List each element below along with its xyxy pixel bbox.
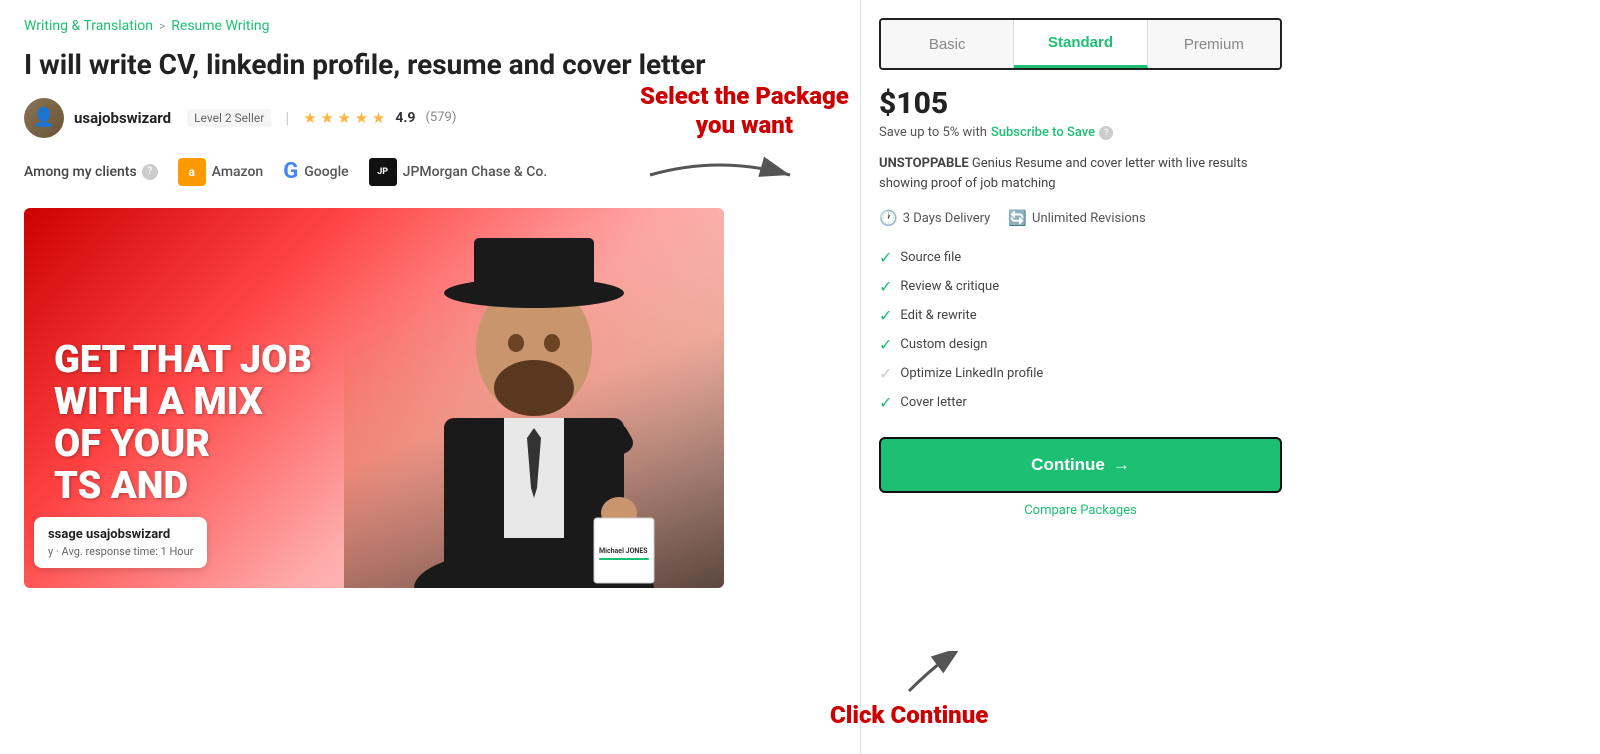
continue-button[interactable]: Continue →	[879, 437, 1282, 493]
revisions-icon: 🔄	[1008, 209, 1027, 227]
seller-level-badge: Level 2 Seller	[187, 109, 271, 127]
clients-label: Among my clients ?	[24, 164, 158, 180]
compare-link: Compare Packages	[879, 503, 1282, 518]
package-description: UNSTOPPABLE Genius Resume and cover lett…	[879, 154, 1282, 193]
svg-text:Michael JONES: Michael JONES	[599, 547, 648, 555]
subscribe-save-link[interactable]: Subscribe to Save	[991, 125, 1095, 140]
feature-linkedin: ✓ Optimize LinkedIn profile	[879, 359, 1282, 388]
tab-standard[interactable]: Standard	[1014, 20, 1147, 68]
tab-premium[interactable]: Premium	[1148, 20, 1280, 68]
revisions-meta: 🔄 Unlimited Revisions	[1008, 209, 1145, 227]
message-bubble-name: ssage usajobswizard	[48, 527, 193, 542]
client-jpmorgan: JP JPMorgan Chase & Co.	[369, 158, 548, 186]
message-bubble: ssage usajobswizard y · Avg. response ti…	[34, 517, 207, 568]
delivery-text: 3 Days Delivery	[903, 211, 991, 226]
review-count: (579)	[425, 110, 456, 125]
continue-label: Continue	[1031, 455, 1105, 475]
breadcrumb-resume[interactable]: Resume Writing	[171, 18, 269, 34]
client-amazon: a Amazon	[178, 158, 264, 186]
google-icon: G	[283, 159, 298, 184]
check-icon: ✓	[879, 277, 892, 296]
check-icon: ✓	[879, 306, 892, 325]
divider: |	[285, 108, 289, 127]
page-wrapper: Writing & Translation > Resume Writing I…	[0, 0, 1600, 754]
check-icon: ✓	[879, 335, 892, 354]
feature-review: ✓ Review & critique	[879, 272, 1282, 301]
jpmorgan-icon: JP	[369, 158, 397, 186]
breadcrumb-writing[interactable]: Writing & Translation	[24, 18, 153, 34]
clients-row: Among my clients ? a Amazon G Google JP …	[24, 158, 836, 186]
package-tabs: Basic Standard Premium	[879, 18, 1282, 70]
clients-help-icon[interactable]: ?	[142, 164, 158, 180]
avatar-image: 👤	[24, 98, 64, 138]
gig-image-text: GET THAT JOBWITH A MIXOF YOURTS AND	[54, 340, 312, 507]
client-google: G Google	[283, 159, 348, 184]
amazon-icon: a	[178, 158, 206, 186]
feature-source-file: ✓ Source file	[879, 243, 1282, 272]
right-panel: Basic Standard Premium $105 Save up to 5…	[860, 0, 1300, 754]
clock-icon: 🕐	[879, 209, 898, 227]
check-icon-disabled: ✓	[879, 364, 892, 383]
package-price: $105	[879, 86, 1282, 121]
feature-edit: ✓ Edit & rewrite	[879, 301, 1282, 330]
man-silhouette-svg: Michael JONES	[384, 218, 684, 588]
left-panel: Writing & Translation > Resume Writing I…	[0, 0, 860, 754]
avatar: 👤	[24, 98, 64, 138]
breadcrumb-separator: >	[159, 19, 165, 33]
package-meta: 🕐 3 Days Delivery 🔄 Unlimited Revisions	[879, 209, 1282, 227]
feature-custom-design: ✓ Custom design	[879, 330, 1282, 359]
subscribe-help-icon[interactable]: ?	[1099, 126, 1113, 140]
tab-basic[interactable]: Basic	[881, 20, 1014, 68]
check-icon: ✓	[879, 393, 892, 412]
rating-score: 4.9	[395, 110, 415, 126]
seller-name[interactable]: usajobswizard	[74, 109, 171, 127]
message-bubble-detail: y · Avg. response time: 1 Hour	[48, 545, 193, 558]
delivery-meta: 🕐 3 Days Delivery	[879, 209, 990, 227]
gig-image-figure: Michael JONES	[344, 208, 724, 588]
subscribe-row: Save up to 5% with Subscribe to Save ?	[879, 125, 1282, 140]
features-list: ✓ Source file ✓ Review & critique ✓ Edit…	[879, 243, 1282, 417]
check-icon: ✓	[879, 248, 892, 267]
gig-image: GET THAT JOBWITH A MIXOF YOURTS AND	[24, 208, 724, 588]
package-content: $105 Save up to 5% with Subscribe to Sav…	[861, 70, 1300, 534]
revisions-text: Unlimited Revisions	[1032, 211, 1146, 226]
seller-info: 👤 usajobswizard Level 2 Seller | ★ ★ ★ ★…	[24, 98, 836, 138]
feature-cover-letter: ✓ Cover letter	[879, 388, 1282, 417]
breadcrumb: Writing & Translation > Resume Writing	[24, 18, 836, 34]
gig-title: I will write CV, linkedin profile, resum…	[24, 48, 744, 82]
arrow-icon: →	[1113, 455, 1130, 475]
compare-packages-link[interactable]: Compare Packages	[1024, 503, 1137, 518]
star-rating: ★ ★ ★ ★ ★	[303, 109, 385, 127]
